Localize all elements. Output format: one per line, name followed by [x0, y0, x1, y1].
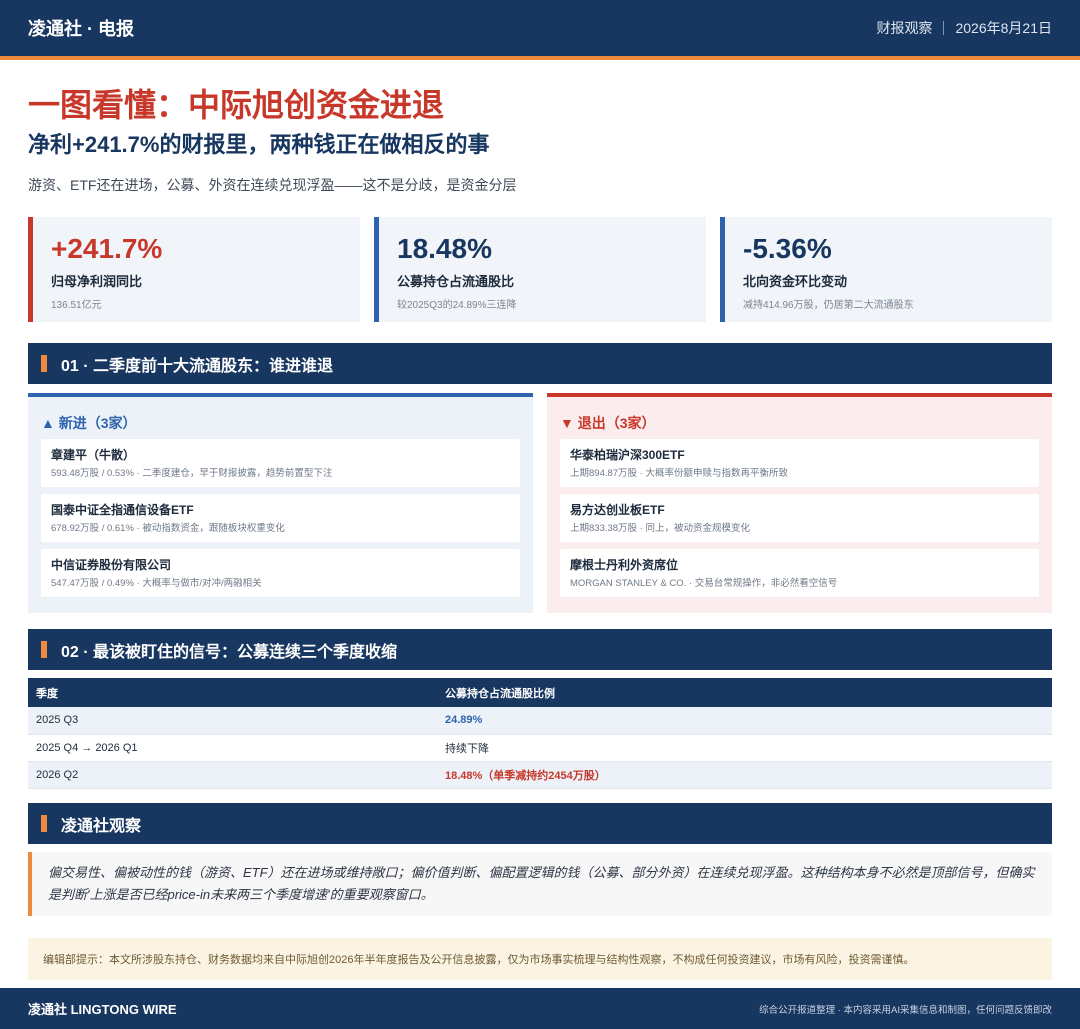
- kpi-label: 北向资金环比变动: [743, 274, 848, 289]
- holder-detail: MORGAN STANLEY & CO. · 交易台常规操作，非必然看空信号: [570, 578, 838, 589]
- brand-title: 凌通社 · 电报: [28, 19, 134, 39]
- kpi-card-fund-holding: 18.48% 公募持仓占流通股比 较2025Q3的24.89%三连降: [374, 217, 706, 322]
- editor-disclaimer: 编辑部提示：本文所涉股东持仓、财务数据均来自中际旭创2026年半年度报告及公开信…: [28, 938, 1052, 980]
- section-header-fund-signal: 02 · 最该被盯住的信号：公募连续三个季度收缩: [28, 629, 1052, 670]
- cell-ratio: 18.48%（单季减持约2454万股）: [437, 761, 1052, 789]
- table-row: 2025 Q3 24.89%: [28, 707, 1052, 735]
- footer-note: 综合公开报道整理 · 本内容采用AI采集信息和制图，任何问题反馈即改: [759, 1004, 1052, 1016]
- header-divider: [943, 21, 945, 35]
- holder-name: 易方达创业板ETF: [570, 503, 665, 517]
- cell-period: 2025 Q4 → 2026 Q1: [28, 734, 437, 762]
- section-marker: [41, 355, 47, 372]
- holder-name: 华泰柏瑞沪深300ETF: [570, 448, 685, 462]
- section-title: 02 · 最该被盯住的信号：公募连续三个季度收缩: [61, 643, 398, 661]
- kpi-note: 136.51亿元: [51, 300, 102, 311]
- fund-holding-table: 季度 公募持仓占流通股比例 2025 Q3 24.89% 2025 Q4 → 2…: [28, 678, 1052, 789]
- cell-period: 2026 Q2: [28, 761, 437, 789]
- panel-title-exit: ▼ 退出（3家）: [560, 415, 656, 431]
- header-meta: 财报观察 2026年8月21日: [876, 18, 1052, 38]
- list-item: 易方达创业板ETF 上期833.38万股 · 同上，被动资金规模变化: [560, 494, 1039, 542]
- holder-detail: 593.48万股 / 0.53% · 二季度建仓，早于财报披露，趋势前置型下注: [51, 468, 333, 479]
- cell-ratio: 持续下降: [437, 734, 1052, 762]
- holder-name: 章建平（牛散）: [51, 448, 136, 462]
- holder-detail: 547.47万股 / 0.49% · 大概率与做市/对冲/两融相关: [51, 578, 262, 589]
- list-item: 章建平（牛散） 593.48万股 / 0.53% · 二季度建仓，早于财报披露，…: [41, 439, 520, 487]
- list-item: 华泰柏瑞沪深300ETF 上期894.87万股 · 大概率份额申赎与指数再平衡所…: [560, 439, 1039, 487]
- top-bar: 凌通社 · 电报 财报观察 2026年8月21日: [0, 0, 1080, 56]
- table-header-row: 季度 公募持仓占流通股比例: [28, 678, 1052, 707]
- column-header-period: 季度: [28, 678, 437, 707]
- table-row: 2026 Q2 18.48%（单季减持约2454万股）: [28, 761, 1052, 789]
- holder-detail: 上期894.87万股 · 大概率份额申赎与指数再平衡所致: [570, 468, 788, 479]
- lede: 游资、ETF还在进场，公募、外资在连续兑现浮盈——这不是分歧，是资金分层: [28, 177, 517, 193]
- headline: 一图看懂：中际旭创资金进退: [28, 87, 445, 123]
- panel-new-entries: ▲ 新进（3家） 章建平（牛散） 593.48万股 / 0.53% · 二季度建…: [28, 393, 533, 613]
- accent-strip: [0, 56, 1080, 60]
- section-header-observation: 凌通社观察: [28, 803, 1052, 844]
- section-marker: [41, 815, 47, 832]
- section-header-holders: 01 · 二季度前十大流通股东：谁进谁退: [28, 343, 1052, 384]
- kpi-label: 归母净利润同比: [51, 274, 143, 289]
- column-header-ratio: 公募持仓占流通股比例: [437, 678, 1052, 707]
- section-label: 财报观察: [876, 20, 933, 36]
- list-item: 国泰中证全指通信设备ETF 678.92万股 / 0.61% · 被动指数资金，…: [41, 494, 520, 542]
- panel-exits: ▼ 退出（3家） 华泰柏瑞沪深300ETF 上期894.87万股 · 大概率份额…: [547, 393, 1052, 613]
- holder-name: 中信证券股份有限公司: [51, 558, 172, 572]
- kpi-label: 公募持仓占流通股比: [397, 274, 515, 289]
- section-title: 凌通社观察: [61, 817, 142, 835]
- cell-ratio: 24.89%: [437, 707, 1052, 735]
- kpi-value: +241.7%: [51, 233, 163, 264]
- section-marker: [41, 641, 47, 658]
- subheadline: 净利+241.7%的财报里，两种钱正在做相反的事: [28, 132, 490, 157]
- list-item: 摩根士丹利外资席位 MORGAN STANLEY & CO. · 交易台常规操作…: [560, 549, 1039, 597]
- kpi-note: 减持414.96万股，仍居第二大流通股东: [743, 300, 914, 311]
- holder-name: 摩根士丹利外资席位: [570, 558, 679, 572]
- footer-bar: 凌通社 LINGTONG WIRE 综合公开报道整理 · 本内容采用AI采集信息…: [0, 988, 1080, 1029]
- holder-name: 国泰中证全指通信设备ETF: [51, 503, 194, 517]
- footer-brand: 凌通社 LINGTONG WIRE: [28, 1002, 177, 1017]
- kpi-note: 较2025Q3的24.89%三连降: [397, 300, 517, 311]
- holder-detail: 上期833.38万股 · 同上，被动资金规模变化: [570, 523, 750, 534]
- observation-quote: 偏交易性、偏被动性的钱（游资、ETF）还在进场或维持敞口；偏价值判断、偏配置逻辑…: [28, 852, 1052, 916]
- kpi-card-net-profit: +241.7% 归母净利润同比 136.51亿元: [28, 217, 360, 322]
- list-item: 中信证券股份有限公司 547.47万股 / 0.49% · 大概率与做市/对冲/…: [41, 549, 520, 597]
- kpi-value: 18.48%: [397, 233, 492, 264]
- kpi-value: -5.36%: [743, 233, 832, 264]
- section-title: 01 · 二季度前十大流通股东：谁进谁退: [61, 357, 334, 375]
- table-row: 2025 Q4 → 2026 Q1 持续下降: [28, 734, 1052, 762]
- cell-period: 2025 Q3: [28, 707, 437, 735]
- kpi-card-northbound: -5.36% 北向资金环比变动 减持414.96万股，仍居第二大流通股东: [720, 217, 1052, 322]
- holder-detail: 678.92万股 / 0.61% · 被动指数资金，跟随板块权重变化: [51, 523, 285, 534]
- publish-date: 2026年8月21日: [955, 20, 1052, 36]
- panel-title-new: ▲ 新进（3家）: [41, 415, 137, 431]
